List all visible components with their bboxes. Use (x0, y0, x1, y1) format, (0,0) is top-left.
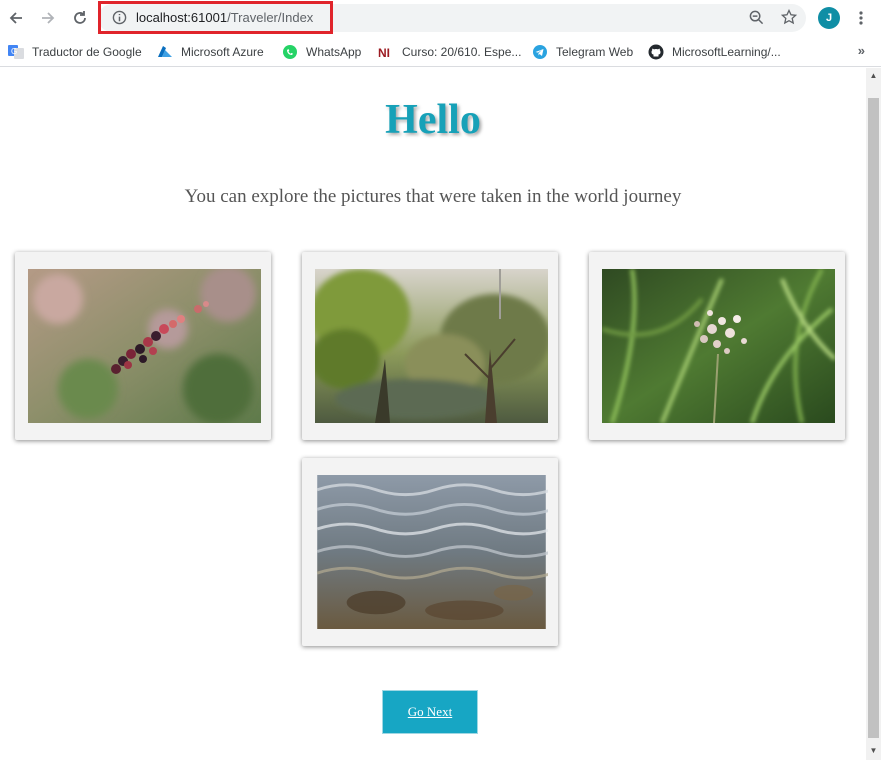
berries-photo[interactable] (28, 269, 261, 423)
go-next-button[interactable]: Go Next (382, 690, 478, 734)
star-icon[interactable] (780, 8, 798, 30)
page-heading: Hello (385, 97, 481, 143)
photo-card-water[interactable] (302, 458, 558, 646)
whatsapp-icon (282, 44, 298, 60)
azure-icon (157, 44, 173, 60)
zoom-icon[interactable] (749, 10, 764, 30)
trees-photo[interactable] (315, 269, 548, 423)
bookmark-curso[interactable]: NI Curso: 20/610. Espe... (378, 42, 521, 62)
reload-icon[interactable] (69, 7, 91, 29)
scroll-thumb[interactable] (868, 98, 879, 738)
profile-avatar[interactable]: J (818, 7, 840, 29)
scroll-down-arrow[interactable]: ▼ (866, 745, 881, 757)
back-icon[interactable] (5, 7, 27, 29)
scroll-up-arrow[interactable]: ▲ (866, 70, 881, 82)
photo-card-berries[interactable] (15, 252, 271, 440)
bookmark-telegram[interactable]: Telegram Web (532, 42, 633, 62)
forward-icon[interactable] (37, 7, 59, 29)
page-scrollbar[interactable]: ▲ ▼ (866, 68, 881, 760)
github-icon (648, 44, 664, 60)
more-bookmarks-icon[interactable]: » (858, 43, 865, 58)
water-photo[interactable] (315, 475, 548, 629)
page-content: Hello You can explore the pictures that … (0, 68, 866, 760)
photo-card-plants[interactable] (589, 252, 845, 440)
menu-icon[interactable] (857, 10, 865, 31)
bookmarks-bar: G Traductor de Google Microsoft Azure Wh… (0, 37, 881, 67)
svg-text:NI: NI (378, 46, 390, 60)
google-translate-icon: G (8, 44, 24, 60)
browser-toolbar: localhost:61001/Traveler/Index J (0, 0, 881, 37)
telegram-icon (532, 44, 548, 60)
bookmark-whatsapp[interactable]: WhatsApp (282, 42, 361, 62)
bookmark-azure[interactable]: Microsoft Azure (157, 42, 264, 62)
plants-photo[interactable] (602, 269, 835, 423)
bookmark-github[interactable]: MicrosoftLearning/... (648, 42, 781, 62)
url-highlight-box (98, 1, 333, 34)
ni-icon: NI (378, 44, 394, 60)
page-subtitle: You can explore the pictures that were t… (184, 186, 682, 207)
photo-card-trees[interactable] (302, 252, 558, 440)
bookmark-google-translate[interactable]: G Traductor de Google (8, 42, 142, 62)
svg-text:G: G (11, 47, 17, 56)
